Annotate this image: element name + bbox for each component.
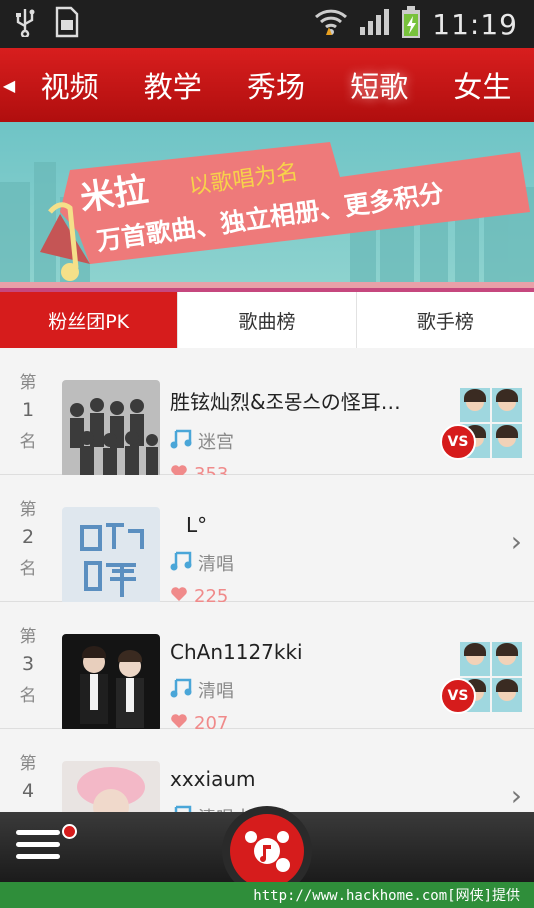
status-bar: 11:19 [0, 0, 534, 48]
item-title: ChAn1127kki [170, 640, 303, 664]
item-title: L° [186, 513, 208, 537]
cover-image[interactable] [62, 507, 160, 605]
tab-video[interactable]: 视频 [18, 64, 121, 106]
music-note-icon [170, 427, 192, 454]
list-item[interactable]: 第 3 名 ChAn1127kki 清唱 207 VS [0, 602, 534, 734]
chevron-right-icon[interactable]: › [511, 525, 522, 558]
usb-icon [14, 7, 36, 41]
battery-charging-icon [400, 5, 422, 43]
song-name: 清唱 [198, 680, 234, 702]
rank-label: 第 3 名 [19, 627, 37, 706]
rank-label: 第 1 名 [19, 373, 37, 452]
clock: 11:19 [432, 7, 518, 41]
list-item[interactable]: 第 1 名 胜铉灿烈&조몽스の怪耳… 迷宫 VS [0, 348, 534, 485]
vs-badge: VS [440, 424, 476, 460]
notification-dot [62, 824, 77, 839]
music-note-icon [170, 676, 192, 703]
ranking-list: 第 1 名 胜铉灿烈&조몽스の怪耳… 迷宫 VS 第 2 名 L° 清唱 225… [0, 348, 534, 859]
tab-fan-pk[interactable]: 粉丝团PK [0, 292, 178, 357]
song-name: 清唱 [198, 553, 234, 575]
tab-song-chart[interactable]: 歌曲榜 [177, 292, 355, 348]
song-name: 迷宫 [198, 431, 234, 453]
menu-icon [16, 830, 60, 835]
menu-button[interactable] [16, 830, 60, 866]
tab-short-song[interactable]: 短歌 [328, 64, 431, 106]
ranking-tabs: 粉丝团PK 歌曲榜 歌手榜 [0, 292, 534, 357]
pk-avatars[interactable]: VS [440, 388, 524, 460]
promo-banner[interactable]: 米拉 以歌唱为名 万首歌曲、独立相册、更多积分 [0, 122, 534, 292]
bottom-bar [0, 806, 534, 896]
scroll-left-icon[interactable]: ◀ [0, 76, 18, 95]
vs-badge: VS [440, 678, 476, 714]
chevron-right-icon[interactable]: › [511, 779, 522, 812]
tab-girls[interactable]: 女生 [431, 64, 534, 106]
wifi-icon [314, 7, 348, 41]
music-note-icon [170, 549, 192, 576]
item-title: xxxiaum [170, 767, 256, 791]
cover-image[interactable] [62, 634, 160, 732]
banner-art: 米拉 以歌唱为名 万首歌曲、独立相册、更多积分 [0, 142, 534, 292]
sing-icon [245, 831, 290, 872]
sd-card-icon [54, 6, 80, 42]
pk-avatars[interactable]: VS [440, 642, 524, 714]
signal-icon [358, 7, 390, 41]
cover-image[interactable] [62, 380, 160, 478]
list-item[interactable]: 第 2 名 L° 清唱 225 › [0, 475, 534, 607]
tab-teaching[interactable]: 教学 [121, 64, 224, 106]
category-nav: ◀ 视频 教学 秀场 短歌 女生 [0, 48, 534, 122]
item-title: 胜铉灿烈&조몽스の怪耳… [170, 390, 401, 414]
tab-show[interactable]: 秀场 [224, 64, 327, 106]
rank-label: 第 2 名 [19, 500, 37, 579]
tab-singer-chart[interactable]: 歌手榜 [355, 292, 534, 348]
watermark-footer: http://www.hackhome.com[网侠]提供 [0, 882, 534, 908]
